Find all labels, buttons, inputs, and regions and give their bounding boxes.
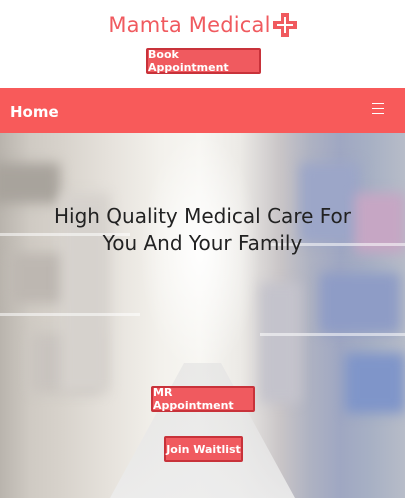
join-waitlist-button[interactable]: Join Waitlist [164, 436, 243, 462]
brand-name: Mamta Medical [108, 13, 271, 37]
book-appointment-button[interactable]: Book Appointment [146, 48, 261, 74]
mr-appointment-button[interactable]: MR Appointment [151, 386, 255, 412]
brand-logo[interactable]: Mamta Medical [0, 10, 405, 40]
medical-cross-icon [272, 13, 297, 37]
nav-home-link[interactable]: Home [10, 88, 59, 133]
hamburger-menu-icon[interactable] [372, 103, 386, 115]
site-header: Mamta Medical Book Appointment [0, 0, 405, 88]
hero-title: High Quality Medical Care For You And Yo… [53, 204, 352, 255]
navbar: Home [0, 88, 405, 133]
